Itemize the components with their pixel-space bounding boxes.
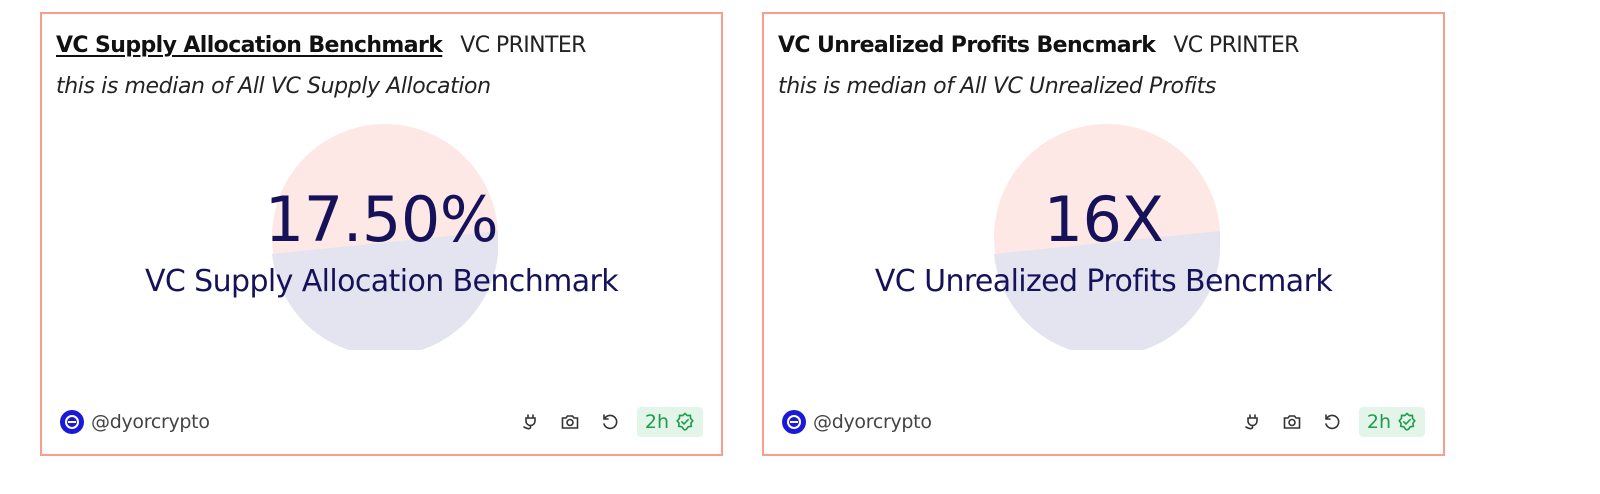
card-header: VC Supply Allocation Benchmark VC PRINTER: [56, 31, 586, 61]
publisher-name[interactable]: VC PRINTER: [460, 33, 586, 58]
card-subtitle: this is median of All VC Supply Allocati…: [56, 74, 491, 99]
plug-icon[interactable]: [517, 409, 543, 435]
counter-label: VC Unrealized Profits Bencmark: [874, 264, 1333, 299]
author-handle: @dyorcrypto: [813, 411, 932, 433]
refresh-icon[interactable]: [1319, 409, 1345, 435]
card-title[interactable]: VC Unrealized Profits Bencmark: [778, 33, 1156, 58]
card-subtitle: this is median of All VC Unrealized Prof…: [778, 74, 1216, 99]
counter-card-supply-allocation: VC Supply Allocation Benchmark VC PRINTER…: [40, 12, 723, 456]
counter-label: VC Supply Allocation Benchmark: [144, 264, 619, 299]
author-link[interactable]: @dyorcrypto: [782, 410, 932, 434]
freshness-text: 2h: [644, 411, 669, 433]
card-header: VC Unrealized Profits Bencmark VC PRINTER: [778, 31, 1299, 61]
card-title-link[interactable]: VC Supply Allocation Benchmark: [56, 33, 443, 58]
counter-value: 16X: [1043, 183, 1164, 256]
author-handle: @dyorcrypto: [91, 411, 210, 433]
refresh-icon[interactable]: [597, 409, 623, 435]
plug-icon[interactable]: [1239, 409, 1265, 435]
publisher-name[interactable]: VC PRINTER: [1173, 33, 1299, 58]
avatar-logo-icon: [787, 415, 801, 429]
freshness-badge[interactable]: 2h: [636, 407, 703, 437]
avatar: [782, 410, 806, 434]
freshness-badge[interactable]: 2h: [1358, 407, 1425, 437]
author-link[interactable]: @dyorcrypto: [60, 410, 210, 434]
camera-icon[interactable]: [557, 409, 583, 435]
check-badge-icon: [1398, 412, 1416, 431]
check-badge-icon: [676, 412, 694, 431]
avatar: [60, 410, 84, 434]
counter-value: 17.50%: [264, 183, 499, 256]
avatar-logo-icon: [65, 415, 79, 429]
card-toolbar: 2h: [1239, 407, 1425, 437]
freshness-text: 2h: [1366, 411, 1391, 433]
camera-icon[interactable]: [1279, 409, 1305, 435]
card-toolbar: 2h: [517, 407, 703, 437]
counter-card-unrealized-profits: VC Unrealized Profits Bencmark VC PRINTER…: [762, 12, 1445, 456]
